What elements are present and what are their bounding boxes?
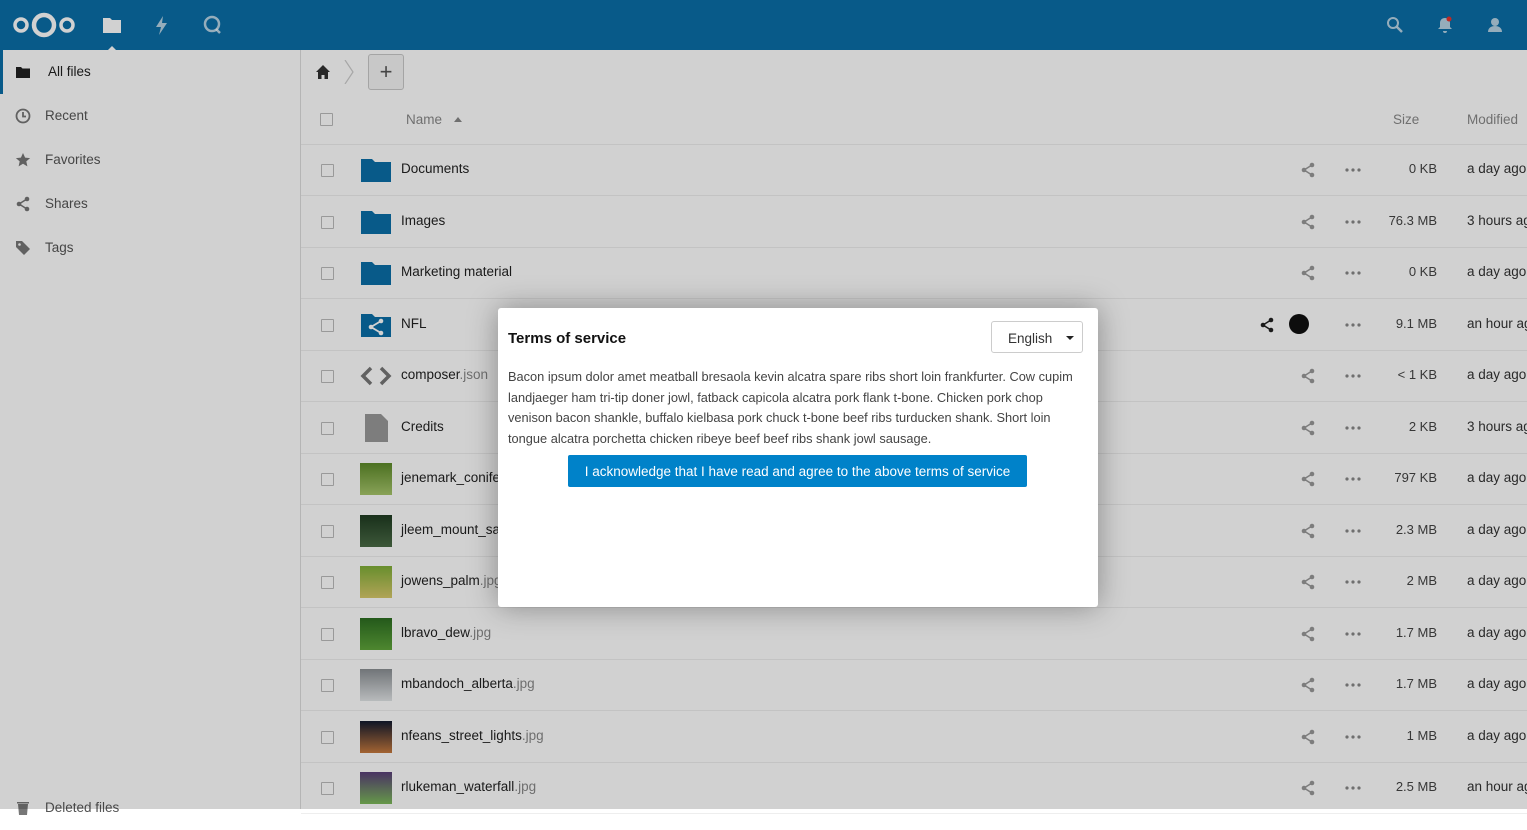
dropdown-caret-icon	[1066, 336, 1074, 340]
terms-text: Bacon ipsum dolor amet meatball bresaola…	[508, 369, 1073, 447]
language-select-value: English	[1008, 331, 1053, 346]
language-select[interactable]: English	[991, 321, 1083, 353]
accept-terms-button[interactable]: I acknowledge that I have read and agree…	[568, 455, 1027, 487]
dialog-title: Terms of service	[508, 330, 627, 347]
terms-of-service-dialog: Terms of service English Bacon ipsum dol…	[498, 308, 1098, 607]
